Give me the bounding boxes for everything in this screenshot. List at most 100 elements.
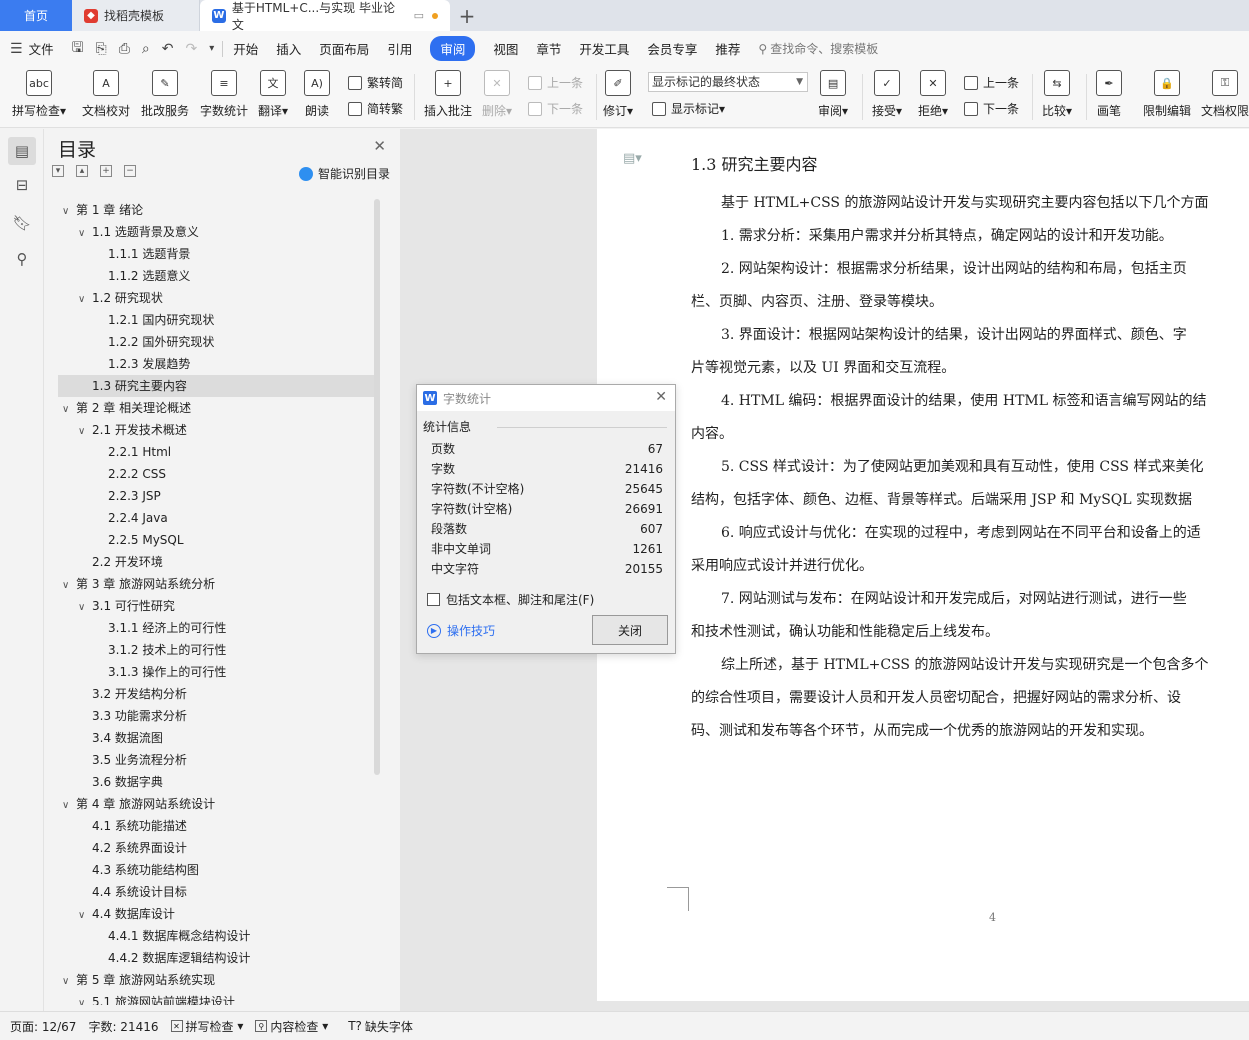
chevron-down-icon[interactable]: ∨ <box>78 223 92 245</box>
content-check-status[interactable]: ⚲ 内容检查 ▾ <box>255 1018 328 1035</box>
review-pane-button[interactable]: ▤ 审阅▾ <box>818 70 848 119</box>
tab-home[interactable]: 首页 <box>0 0 72 31</box>
toc-item[interactable]: 4.4 系统设计目标 <box>58 881 378 903</box>
brush-button[interactable]: ✒ 画笔 <box>1096 70 1122 119</box>
toc-item[interactable]: ∨ 3.1 可行性研究 <box>58 595 378 617</box>
print-preview-icon[interactable]: ⌕ <box>142 41 150 57</box>
toc-item[interactable]: 3.2 开发结构分析 <box>58 683 378 705</box>
chevron-down-icon[interactable]: ∨ <box>62 399 76 421</box>
accept-button[interactable]: ✓ 接受▾ <box>872 70 902 119</box>
toc-item[interactable]: 3.5 业务流程分析 <box>58 749 378 771</box>
expand-all-icon[interactable]: ▴ <box>76 165 88 177</box>
toc-item[interactable]: 2.2.5 MySQL <box>58 529 378 551</box>
menu-devtools[interactable]: 开发工具 <box>579 39 629 58</box>
word-count-indicator[interactable]: 字数: 21416 <box>88 1018 158 1035</box>
word-count-button[interactable]: ≡ 字数统计 <box>200 70 248 119</box>
tab-template[interactable]: ◆ 找稻壳模板 <box>72 0 200 31</box>
chevron-down-icon[interactable]: ∨ <box>78 905 92 927</box>
simp-to-trad-button[interactable]: 简转繁 <box>348 100 403 117</box>
remove-heading-icon[interactable]: − <box>124 165 136 177</box>
missing-font-status[interactable]: T? 缺失字体 <box>348 1018 413 1035</box>
toc-item[interactable]: ∨ 2.1 开发技术概述 <box>58 419 378 441</box>
page-indicator[interactable]: 页面: 12/67 <box>10 1018 76 1035</box>
toc-item[interactable]: 1.1.1 选题背景 <box>58 243 378 265</box>
spell-check-button[interactable]: abc 拼写检查▾ <box>12 70 66 119</box>
doc-permission-button[interactable]: ⚿ 文档权限 <box>1201 70 1249 119</box>
show-markup-button[interactable]: 显示标记 ▾ <box>652 100 725 117</box>
next-change-button[interactable]: 下一条 <box>964 100 1019 117</box>
next-comment-button[interactable]: 下一条 <box>528 100 583 117</box>
spell-check-status[interactable]: ✕ 拼写检查 ▾ <box>170 1018 243 1035</box>
window-icon[interactable]: ▭ <box>414 9 424 22</box>
toc-item[interactable]: 4.4.2 数据库逻辑结构设计 <box>58 947 378 969</box>
toc-item[interactable]: ∨ 第 4 章 旅游网站系统设计 <box>58 793 378 815</box>
prev-comment-button[interactable]: 上一条 <box>528 74 583 91</box>
toc-item[interactable]: 2.2.4 Java <box>58 507 378 529</box>
chevron-down-icon[interactable]: ∨ <box>62 201 76 223</box>
menu-review[interactable]: 审阅 <box>430 36 476 61</box>
command-search[interactable]: ⚲ 查找命令、搜索模板 <box>758 40 878 57</box>
chevron-down-icon[interactable]: ∨ <box>62 575 76 597</box>
smart-toc-button[interactable]: 智能识别目录 <box>298 165 390 182</box>
toc-item[interactable]: ∨ 1.1 选题背景及意义 <box>58 221 378 243</box>
restrict-edit-button[interactable]: 🔒 限制编辑 <box>1143 70 1191 119</box>
compare-button[interactable]: ⇆ 比较▾ <box>1042 70 1072 119</box>
menu-insert[interactable]: 插入 <box>276 39 301 58</box>
toc-scrollbar[interactable] <box>374 199 380 775</box>
toc-item[interactable]: 2.2.2 CSS <box>58 463 378 485</box>
toc-item[interactable]: 3.4 数据流图 <box>58 727 378 749</box>
close-button[interactable]: 关闭 <box>592 615 668 645</box>
prev-change-button[interactable]: 上一条 <box>964 74 1019 91</box>
menu-chapter[interactable]: 章节 <box>536 39 561 58</box>
doc-proof-button[interactable]: A 文档校对 <box>82 70 130 119</box>
tab-document[interactable]: W 基于HTML+C...与实现 毕业论文 ▭ <box>200 0 450 32</box>
chevron-down-icon[interactable]: ∨ <box>62 795 76 817</box>
undo-icon[interactable]: ↶ <box>162 41 174 57</box>
find-icon[interactable]: ⚲ <box>12 249 32 269</box>
toc-item[interactable]: 4.1 系统功能描述 <box>58 815 378 837</box>
chevron-down-icon[interactable]: ∨ <box>78 289 92 311</box>
include-textboxes-checkbox[interactable]: 包括文本框、脚注和尾注(F) <box>427 591 594 608</box>
menu-view[interactable]: 视图 <box>493 39 518 58</box>
toc-item[interactable]: 3.3 功能需求分析 <box>58 705 378 727</box>
toc-item[interactable]: 2.2.1 Html <box>58 441 378 463</box>
toc-item[interactable]: 3.6 数据字典 <box>58 771 378 793</box>
toc-panel-icon[interactable]: ▤ <box>8 137 36 165</box>
close-icon[interactable]: ✕ <box>655 389 667 405</box>
toc-item[interactable]: ∨ 5.1 旅游网站前端模块设计 <box>58 991 378 1005</box>
toc-item[interactable]: 4.3 系统功能结构图 <box>58 859 378 881</box>
translate-button[interactable]: 文翻译▾ <box>258 70 288 119</box>
toc-item[interactable]: 3.1.1 经济上的可行性 <box>58 617 378 639</box>
export-icon[interactable]: ⎘ <box>96 41 107 57</box>
chapter-nav-icon[interactable]: ⊟ <box>12 175 32 195</box>
delete-comment-button[interactable]: ✕ 删除▾ <box>482 70 512 119</box>
chevron-down-icon[interactable]: ∨ <box>78 421 92 443</box>
doc-outline-icon[interactable]: ▤▾ <box>623 151 642 166</box>
bookmark-icon[interactable]: 🔖︎ <box>12 213 32 233</box>
toc-item[interactable]: 1.1.2 选题意义 <box>58 265 378 287</box>
add-heading-icon[interactable]: + <box>100 165 112 177</box>
chevron-down-icon[interactable]: ∨ <box>78 993 92 1005</box>
trad-to-simp-button[interactable]: 繁转简 <box>348 74 403 91</box>
toc-item[interactable]: 4.2 系统界面设计 <box>58 837 378 859</box>
save-icon[interactable]: 🖫 <box>72 37 84 61</box>
chevron-down-icon[interactable]: ∨ <box>78 597 92 619</box>
more-chevron-icon[interactable]: ▾ <box>209 43 214 54</box>
toc-item[interactable]: ∨ 第 5 章 旅游网站系统实现 <box>58 969 378 991</box>
toc-item[interactable]: 3.1.3 操作上的可行性 <box>58 661 378 683</box>
toc-item[interactable]: 2.2 开发环境 <box>58 551 378 573</box>
toc-item[interactable]: ∨ 第 1 章 绪论 <box>58 199 378 221</box>
dialog-titlebar[interactable]: W 字数统计 ✕ <box>417 385 675 411</box>
document-page[interactable]: ▤▾ 1.3 研究主要内容 基于 HTML+CSS 的旅游网站设计开发与实现研究… <box>597 129 1249 1001</box>
read-aloud-button[interactable]: A) 朗读 <box>304 70 330 119</box>
new-tab-button[interactable]: + <box>450 0 484 31</box>
toc-item[interactable]: 1.2.1 国内研究现状 <box>58 309 378 331</box>
chevron-down-icon[interactable]: ∨ <box>62 971 76 993</box>
redo-icon[interactable]: ↷ <box>186 41 198 57</box>
revise-button[interactable]: ✐ 修订▾ <box>603 70 633 119</box>
toc-item[interactable]: 3.1.2 技术上的可行性 <box>58 639 378 661</box>
file-menu[interactable]: ☰ 文件 <box>10 39 54 58</box>
toc-item[interactable]: ∨ 第 3 章 旅游网站系统分析 <box>58 573 378 595</box>
toc-item[interactable]: ∨ 第 2 章 相关理论概述 <box>58 397 378 419</box>
toc-item[interactable]: 2.2.3 JSP <box>58 485 378 507</box>
